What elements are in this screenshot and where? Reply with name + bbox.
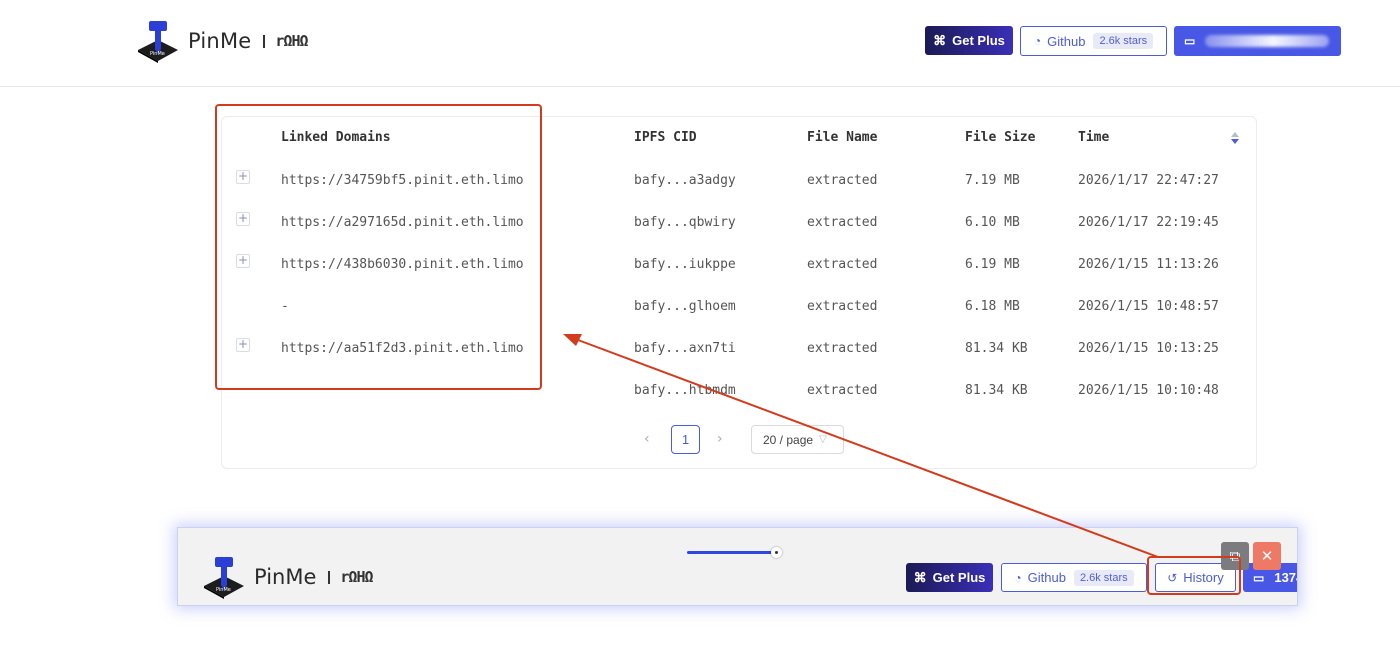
history-icon: ↺ (1167, 570, 1178, 585)
row-file-size: 81.34 KB (965, 341, 1028, 356)
prev-page-button[interactable]: ‹ (644, 431, 650, 447)
brand-divider (263, 34, 266, 48)
close-button[interactable]: ✕ (1253, 542, 1281, 570)
wallet-text: 1374 (1274, 570, 1297, 585)
page-size-value: 20 / page (763, 432, 814, 447)
brand-glyph: rΩHΩ (275, 32, 308, 50)
wallet-icon: ▭ (1184, 34, 1196, 48)
row-linked-domain[interactable]: https://438b6030.pinit.eth.limo (281, 257, 524, 272)
wallet-icon: ▭ (1253, 570, 1265, 585)
plus-badge-icon: ⌘ (933, 32, 947, 48)
row-expand-icon[interactable]: + (236, 170, 250, 184)
row-file-size: 6.19 MB (965, 257, 1020, 272)
github-label: Github (1047, 33, 1086, 49)
row-linked-domain[interactable]: https://34759bf5.pinit.eth.limo (281, 173, 524, 188)
row-ipfs-cid[interactable]: bafy...htbmdm (634, 383, 736, 398)
row-linked-domain[interactable]: https://aa51f2d3.pinit.eth.limo (281, 341, 524, 356)
get-plus-button[interactable]: ⌘ Get Plus (925, 26, 1013, 55)
row-expand-icon[interactable]: + (236, 254, 250, 268)
plus-badge-icon: ⌘ (913, 569, 927, 585)
close-icon: ✕ (1260, 548, 1274, 565)
github-stars-badge: 2.6k stars (1093, 33, 1154, 49)
pin-logo-icon: PinMe (204, 557, 244, 599)
column-header-linked-domains[interactable]: Linked Domains (281, 130, 391, 145)
brand-name: PinMe (188, 29, 252, 53)
github-label: Github (1027, 570, 1066, 585)
row-ipfs-cid[interactable]: bafy...a3adgy (634, 173, 736, 188)
row-file-name: extracted (807, 257, 878, 272)
row-file-size: 81.34 KB (965, 383, 1028, 398)
wallet-address-redacted (1205, 35, 1330, 47)
chevron-down-icon: ▽ (819, 434, 827, 445)
row-expand-icon[interactable]: + (236, 212, 250, 226)
row-time: 2026/1/15 11:13:26 (1078, 257, 1219, 272)
svg-text:PinMe: PinMe (216, 587, 231, 593)
page-number-button[interactable]: 1 (671, 425, 700, 454)
page-size-select[interactable]: 20 / page ▽ (751, 425, 844, 454)
row-time: 2026/1/17 22:19:45 (1078, 215, 1219, 230)
copy-button[interactable]: ⧉ (1221, 542, 1249, 570)
row-file-name: extracted (807, 299, 878, 314)
github-button[interactable]: ◔ Github 2.6k stars (1020, 26, 1167, 56)
brand-divider (328, 570, 331, 584)
row-ipfs-cid[interactable]: bafy...iukppe (634, 257, 736, 272)
get-plus-button[interactable]: ⌘ Get Plus (906, 563, 993, 592)
get-plus-label: Get Plus (952, 33, 1005, 48)
row-expand-icon[interactable]: + (236, 338, 250, 352)
pin-logo-icon: PinMe (138, 21, 178, 63)
row-time: 2026/1/15 10:10:48 (1078, 383, 1219, 398)
column-header-ipfs-cid[interactable]: IPFS CID (634, 130, 697, 145)
history-label: History (1183, 570, 1224, 585)
brand-name: PinMe (254, 565, 317, 589)
row-time: 2026/1/15 10:13:25 (1078, 341, 1219, 356)
row-time: 2026/1/17 22:47:27 (1078, 173, 1219, 188)
row-ipfs-cid[interactable]: bafy...axn7ti (634, 341, 736, 356)
sort-icon[interactable] (1230, 131, 1240, 145)
row-ipfs-cid[interactable]: bafy...glhoem (634, 299, 736, 314)
row-file-size: 6.18 MB (965, 299, 1020, 314)
row-file-size: 6.10 MB (965, 215, 1020, 230)
progress-slider-handle[interactable] (771, 547, 782, 558)
github-icon: ◔ (1033, 34, 1042, 48)
wallet-button[interactable]: ▭ (1174, 26, 1341, 56)
pinme-logo[interactable]: PinMe PinMe rΩHΩ (202, 554, 374, 600)
brand-glyph: rΩHΩ (340, 568, 373, 586)
column-header-file-size[interactable]: File Size (965, 130, 1035, 145)
next-page-button[interactable]: › (717, 431, 723, 447)
github-stars-badge: 2.6k stars (1073, 569, 1134, 586)
row-file-name: extracted (807, 341, 878, 356)
progress-slider-track[interactable] (687, 551, 777, 554)
history-table-card (221, 116, 1257, 469)
column-header-file-name[interactable]: File Name (807, 130, 877, 145)
row-linked-domain: - (281, 299, 289, 314)
github-icon: ◔ (1014, 570, 1022, 585)
svg-text:PinMe: PinMe (150, 51, 165, 57)
top-header: PinMe PinMe rΩHΩ ⌘ Get Plus ◔ Github 2.6… (0, 0, 1400, 87)
row-file-name: extracted (807, 215, 878, 230)
extension-popup-strip: PinMe PinMe rΩHΩ ⌘ Get Plus ◔ Github 2.6… (177, 527, 1298, 606)
row-file-name: extracted (807, 173, 878, 188)
copy-icon: ⧉ (1229, 547, 1241, 565)
row-file-size: 7.19 MB (965, 173, 1020, 188)
row-time: 2026/1/15 10:48:57 (1078, 299, 1219, 314)
github-button[interactable]: ◔ Github 2.6k stars (1001, 563, 1147, 592)
column-header-time[interactable]: Time (1078, 130, 1109, 145)
pinme-logo[interactable]: PinMe PinMe rΩHΩ (136, 18, 309, 64)
row-file-name: extracted (807, 383, 878, 398)
row-linked-domain[interactable]: https://a297165d.pinit.eth.limo (281, 215, 524, 230)
row-ipfs-cid[interactable]: bafy...qbwiry (634, 215, 736, 230)
get-plus-label: Get Plus (932, 570, 986, 585)
